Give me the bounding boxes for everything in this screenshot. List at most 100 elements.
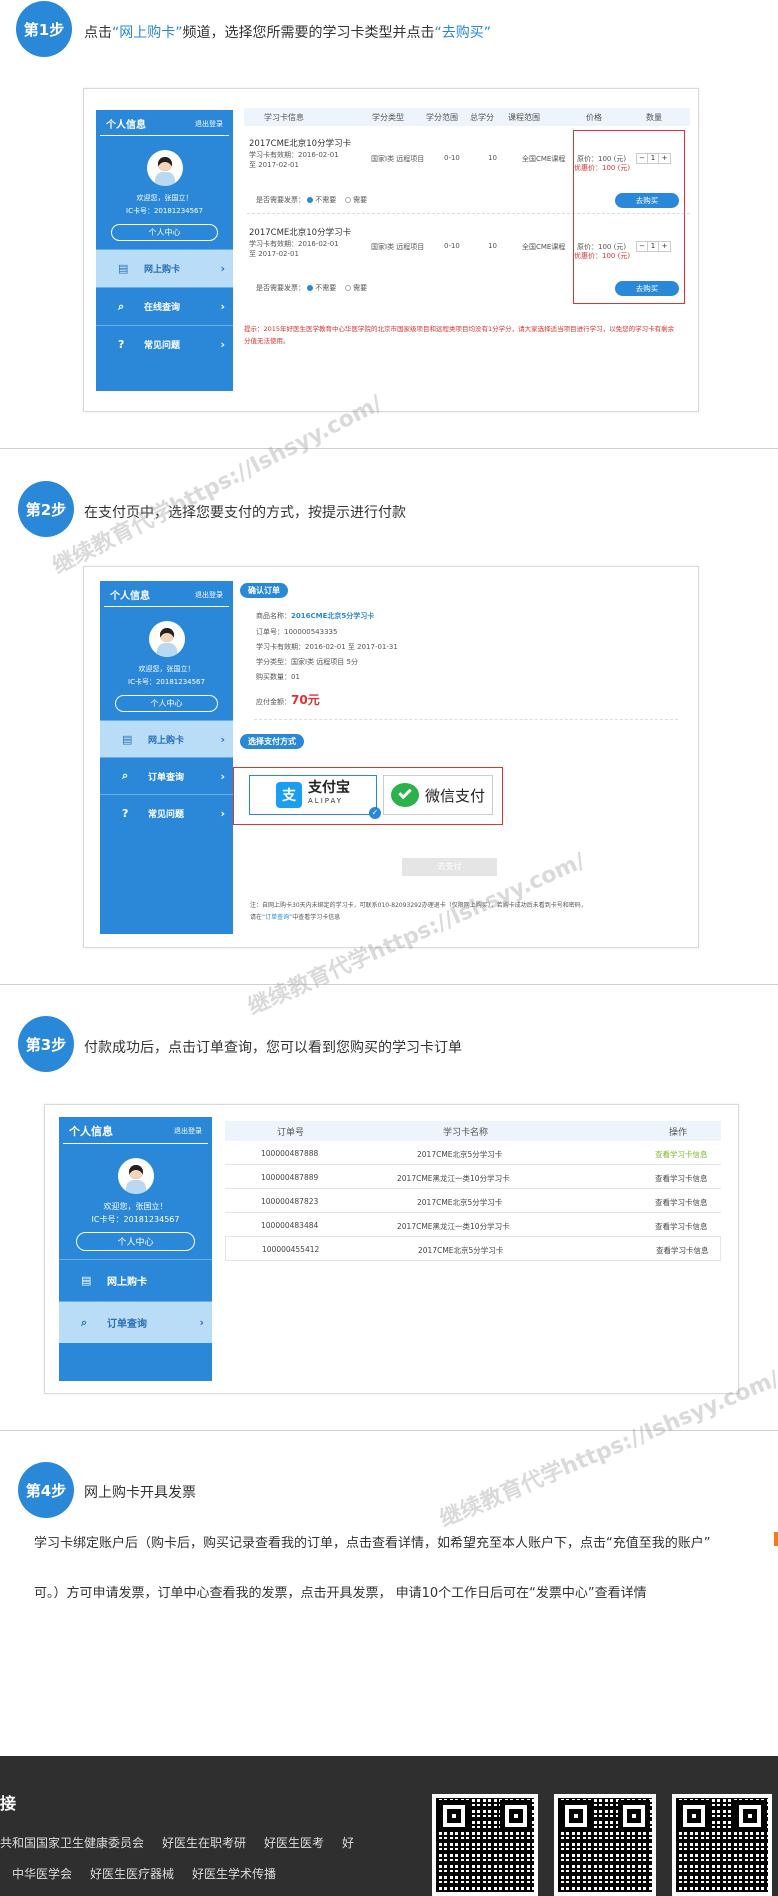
product-link[interactable]: 2016CME北京5分学习卡 (291, 612, 374, 620)
welcome-text: 欢迎您，张国立！ (136, 194, 193, 202)
sidebar-item-buy-card[interactable]: ▤ 网上购卡 › (100, 720, 233, 757)
divider (0, 1430, 778, 1431)
footer-link[interactable]: 好医生在职考研 (162, 1834, 246, 1851)
watermark: 继续教育代学https://lshsyy.com/ (48, 391, 387, 580)
col-credit-type: 学分类型 (372, 112, 404, 122)
sidebar-item-buy-card[interactable]: ▤ 网上购卡 › (96, 249, 233, 287)
order-no: 100000487823 (261, 1197, 319, 1206)
sidebar-item-label: 订单查询 (107, 1319, 147, 1330)
footer: 接 共和国国家卫生健康委员会 好医生在职考研 好医生医考 好 中华医学会 好医生… (0, 1756, 778, 1896)
step1-quote: ” (175, 25, 183, 41)
invoice-label-yes: 需要 (353, 196, 368, 204)
step1-quote: “ (434, 25, 442, 41)
card-validity-end: 至 2017-02-01 (249, 250, 299, 258)
sidebar-item-faq[interactable]: ? 常见问题 › (96, 325, 233, 363)
avatar (148, 621, 185, 657)
sidebar-item-label: 网上购卡 (148, 735, 185, 746)
sidebar-item-order-query[interactable]: ⌕ 订单查询 › (59, 1301, 212, 1343)
alipay-option[interactable]: 支 支付宝 ALIPAY ✓ (249, 775, 381, 819)
order-no: 100000483484 (261, 1221, 319, 1230)
sidebar-item-label: 网上购卡 (107, 1277, 147, 1288)
table-row: 100000487889 2017CME黑龙江一类10分学习卡 查看学习卡信息 (225, 1165, 721, 1189)
order-no: 100000455412 (262, 1245, 320, 1254)
purchase-count: 购买数量：01 (256, 673, 300, 681)
radio-invoice[interactable] (345, 285, 352, 291)
sidebar-item-faq[interactable]: ? 常见问题 › (100, 794, 233, 831)
step2-title: 在支付页中，选择您要支付的方式，按提示进行付款 (84, 505, 406, 521)
footer-link[interactable]: 好 (342, 1834, 354, 1851)
search-icon: ⌕ (81, 1315, 88, 1329)
confirm-order-label: 确认订单 (240, 583, 288, 598)
card-credit-range: 0-10 (444, 242, 460, 250)
sidebar-item-online-query[interactable]: ⌕ 在线查询 › (96, 287, 233, 325)
view-card-link[interactable]: 查看学习卡信息 (655, 1149, 708, 1160)
screenshot-payment: 个人信息 退出登录 欢迎您，张国立！ IC卡号：20181234567 个人中心 … (83, 566, 699, 948)
view-card-link[interactable]: 查看学习卡信息 (656, 1245, 709, 1256)
card-total-credit: 10 (488, 154, 497, 162)
col-credit-range: 学分范围 (426, 112, 458, 122)
sidebar-item-label: 常见问题 (148, 809, 185, 820)
step4-badge: 第4步 (18, 1462, 74, 1518)
logout-link[interactable]: 退出登录 (195, 590, 223, 600)
logout-link[interactable]: 退出登录 (195, 119, 223, 129)
cut-marker (774, 1532, 778, 1546)
step1-link-go-buy[interactable]: 去购买 (442, 25, 484, 41)
cart-icon: ▤ (122, 732, 133, 746)
footer-link[interactable]: 好医生医考 (264, 1834, 324, 1851)
step1-link-buy-card[interactable]: 网上购卡 (119, 25, 175, 41)
order-number: 订单号：100000543335 (256, 628, 338, 636)
amount-label: 应付金额： (256, 698, 291, 706)
step1-title: 点击“网上购卡”频道，选择您所需要的学习卡类型并点击“去购买” (84, 22, 491, 42)
avatar (117, 1158, 154, 1194)
wechat-pay-option[interactable]: 微信支付 (383, 775, 493, 815)
sidebar-header: 个人信息 退出登录 (63, 1117, 208, 1144)
radio-invoice[interactable] (345, 197, 352, 203)
alipay-sub: ALIPAY (308, 797, 344, 805)
invoice-label-yes: 需要 (353, 284, 368, 292)
order-query-link[interactable]: “订单查询” (262, 914, 292, 921)
sidebar-item-buy-card[interactable]: ▤ 网上购卡 (59, 1259, 212, 1301)
view-card-link[interactable]: 查看学习卡信息 (655, 1197, 708, 1208)
sidebar-item-order-query[interactable]: ⌕ 订单查询 › (100, 757, 233, 794)
card-scope: 全国CME课程 (522, 155, 566, 163)
search-icon: ⌕ (122, 769, 129, 782)
personal-center-button[interactable]: 个人中心 (114, 695, 219, 712)
personal-center-button[interactable]: 个人中心 (111, 224, 218, 241)
footnote-text: 中查看学习卡信息 (292, 914, 341, 921)
sidebar-title: 个人信息 (69, 1125, 113, 1138)
divider (0, 984, 778, 985)
qr-code (554, 1794, 656, 1896)
card-name: 2017CME北京5分学习卡 (418, 1246, 504, 1255)
logout-link[interactable]: 退出登录 (174, 1126, 202, 1136)
step2-badge: 第2步 (18, 481, 74, 537)
radio-no-invoice[interactable] (307, 197, 314, 203)
highlight-box (573, 130, 685, 304)
card-name: 2017CME黑龙江一类10分学习卡 (397, 1222, 510, 1231)
no-invoice-label: 不需要 (315, 284, 337, 292)
chevron-right-icon: › (220, 806, 225, 820)
welcome-text: 欢迎您，张国立！ (103, 1202, 168, 1211)
welcome-text: 欢迎您，张国立！ (138, 665, 195, 673)
card-validity-end: 至 2017-02-01 (249, 161, 299, 169)
footer-links-row-2: 中华医学会 好医生医疗器械 好医生学术传播 (12, 1865, 276, 1882)
footer-link[interactable]: 共和国国家卫生健康委员会 (0, 1834, 144, 1851)
view-card-link[interactable]: 查看学习卡信息 (655, 1173, 708, 1184)
table-row: 100000455412 2017CME北京5分学习卡 查看学习卡信息 (225, 1237, 721, 1261)
notice-text: 提示：2015年好医生医学教育中心华医学院的北京市国家级项目和远程类项目均没有1… (244, 325, 675, 333)
footer-link[interactable]: 好医生学术传播 (192, 1865, 276, 1882)
sidebar-item-label: 常见问题 (144, 341, 181, 351)
radio-no-invoice[interactable] (307, 285, 314, 291)
sidebar-header: 个人信息 退出登录 (104, 581, 229, 607)
footer-link[interactable]: 中华医学会 (12, 1865, 72, 1882)
alipay-label: 支付宝 (308, 780, 350, 796)
sidebar: 个人信息 退出登录 欢迎您，张国立！ IC卡号：20181234567 个人中心 … (59, 1117, 212, 1381)
view-card-link[interactable]: 查看学习卡信息 (655, 1221, 708, 1232)
pay-button[interactable]: 去支付 (402, 858, 497, 876)
amount-due: 应付金额：70元 (256, 691, 320, 708)
footer-link[interactable]: 好医生医疗器械 (90, 1865, 174, 1882)
personal-center-button[interactable]: 个人中心 (75, 1232, 196, 1251)
sidebar-item-label: 在线查询 (144, 303, 181, 313)
invoice-label: 是否需要发票： (256, 196, 305, 204)
product-label: 商品名称： (256, 612, 291, 620)
cart-icon: ▤ (81, 1274, 92, 1287)
